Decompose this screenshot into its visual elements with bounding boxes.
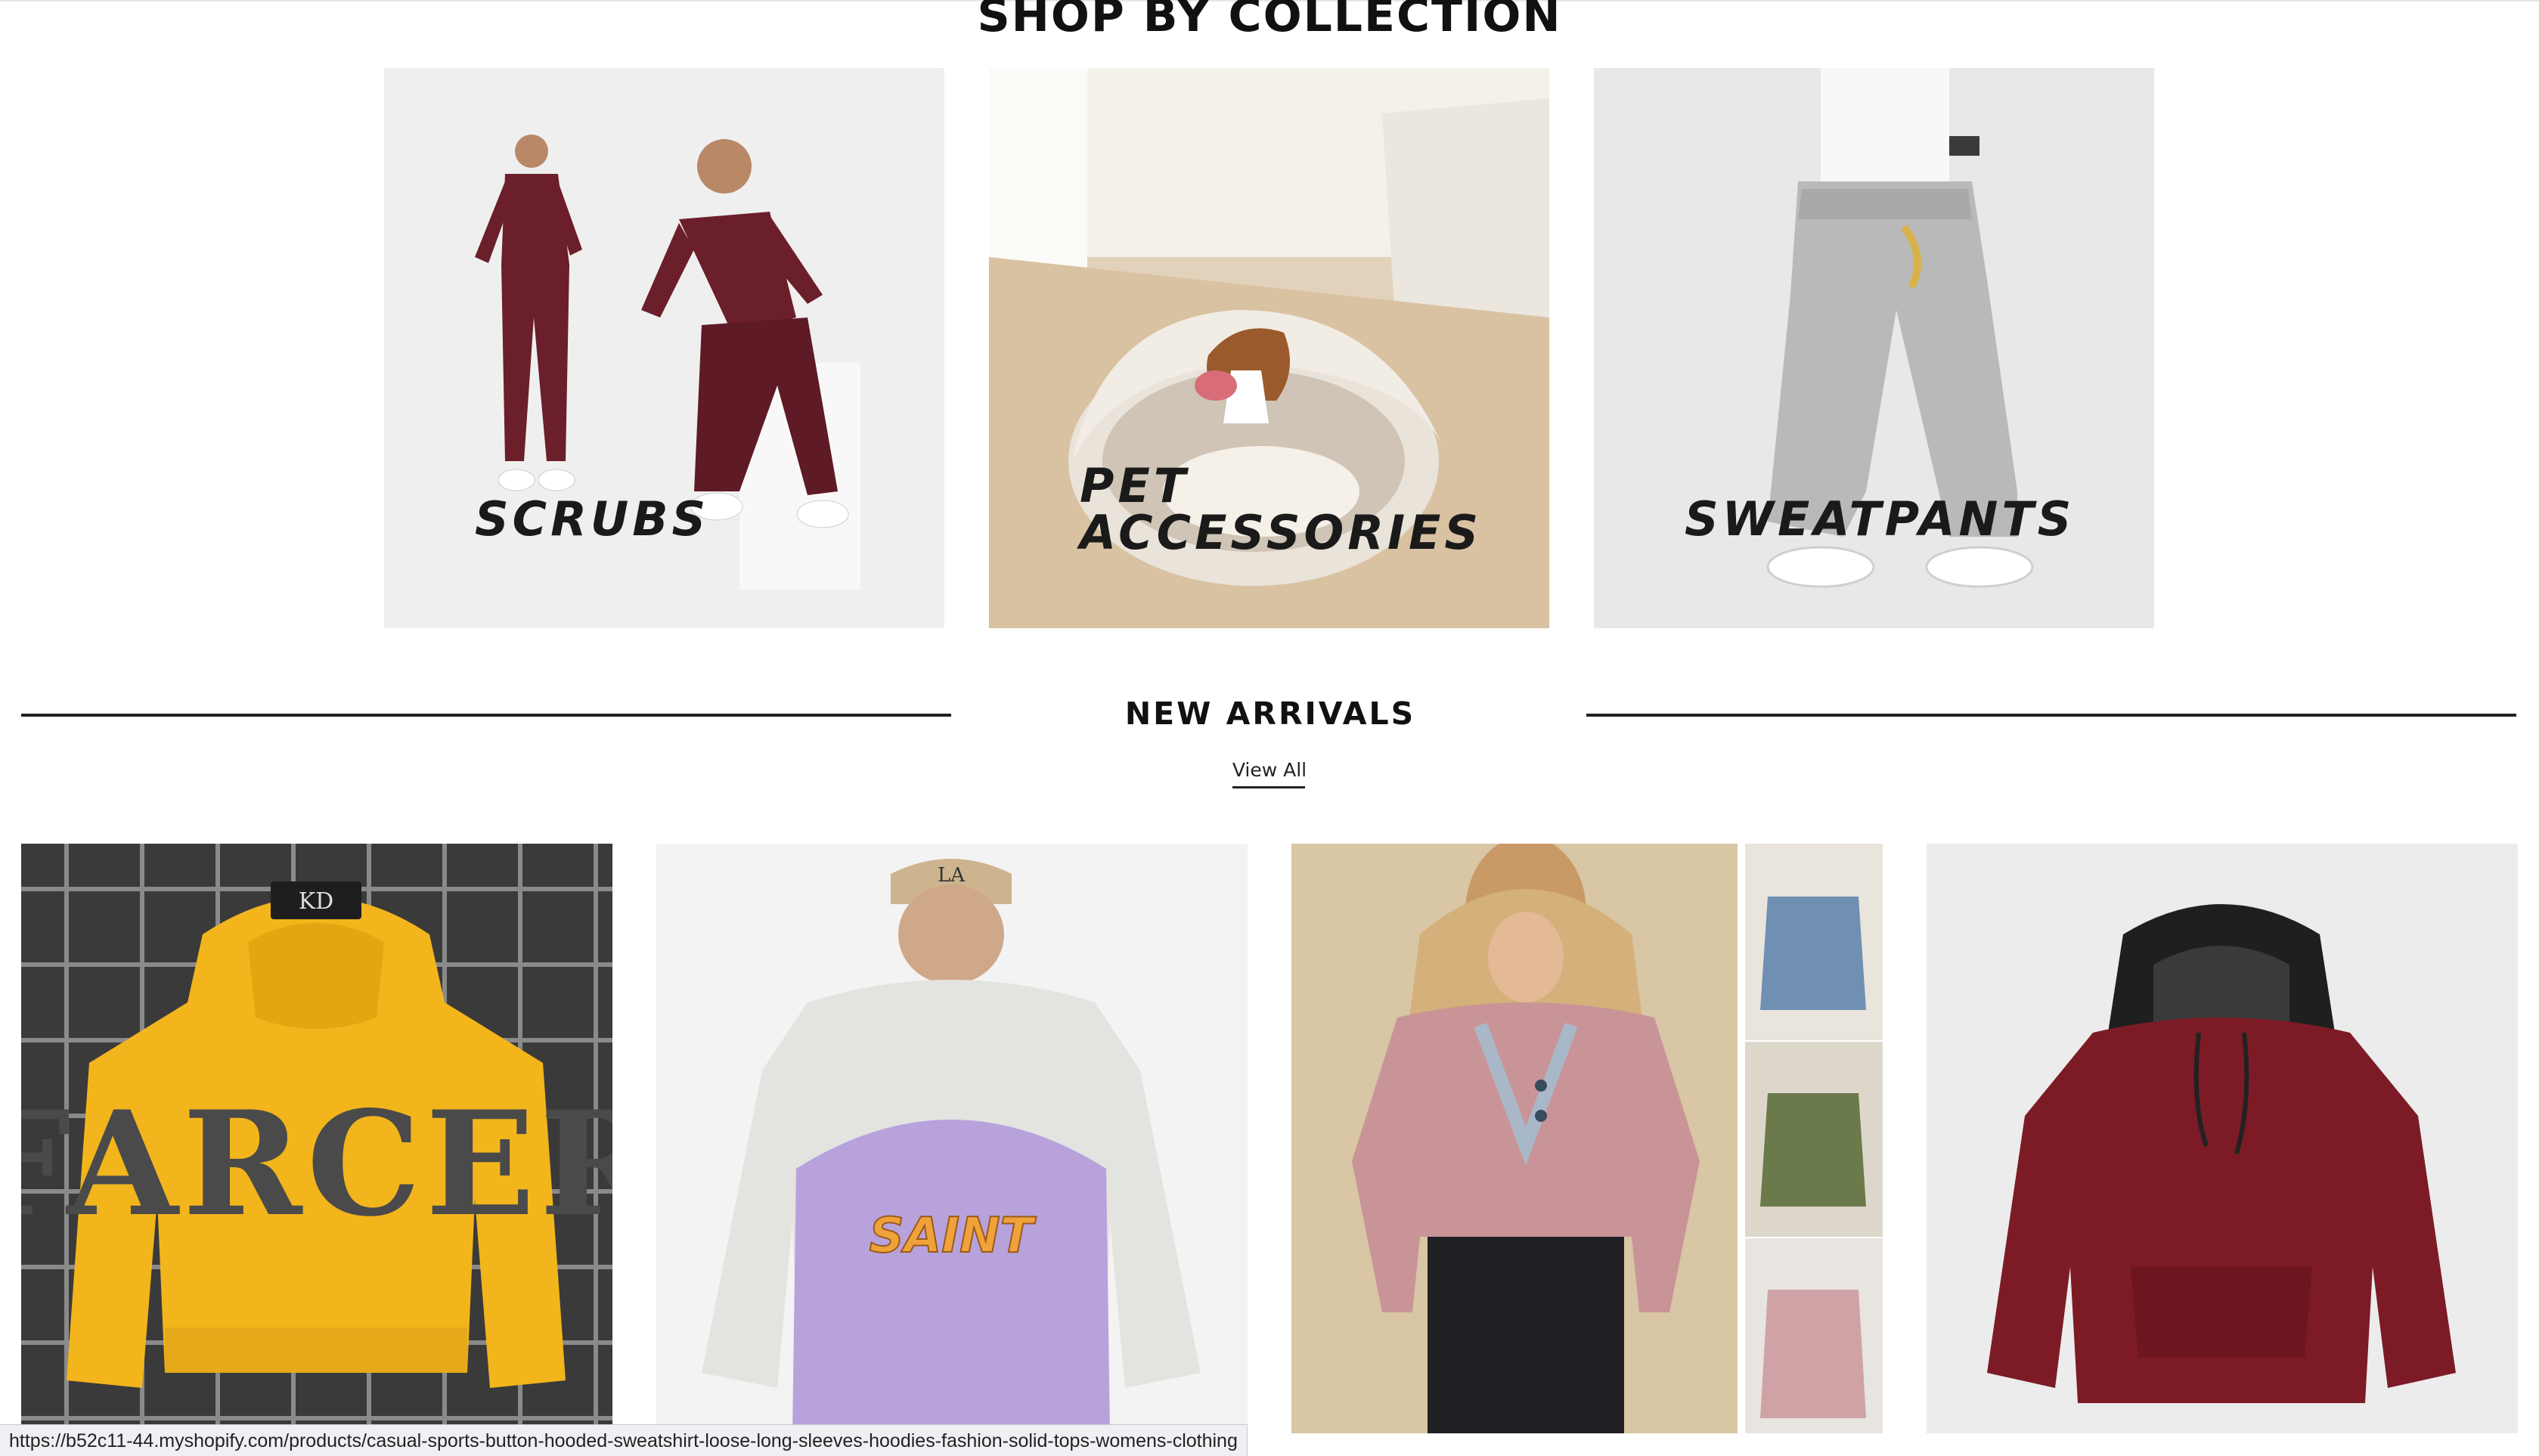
- product-card-saint-hoodie[interactable]: LA SAINT: [656, 844, 1248, 1433]
- product-card-burgundy-hoodie[interactable]: [1927, 844, 2518, 1433]
- collection-label-sweatpants: SWEATPANTS: [1685, 491, 2076, 547]
- shop-by-collection-title: SHOP BY COLLECTION: [977, 0, 1562, 42]
- collection-label-scrubs: SCRUBS: [475, 491, 710, 547]
- collection-tile-sweatpants[interactable]: SWEATPANTS: [1594, 68, 2154, 628]
- arrivals-divider-left: [21, 714, 951, 717]
- new-arrivals-title: NEW ARRIVALS: [1124, 695, 1416, 732]
- burgundy-hoodie-photo: [1927, 844, 2518, 1433]
- saint-hoodie-photo: LA SAINT: [656, 844, 1248, 1433]
- hoodie-tag-text: KD: [299, 888, 333, 915]
- product-card-yellow-hoodie[interactable]: KD FARCER: [21, 844, 612, 1433]
- view-all-link[interactable]: View All: [1194, 759, 1345, 781]
- collection-tile-scrubs[interactable]: SCRUBS: [384, 68, 944, 628]
- yellow-hoodie-photo: KD FARCER: [21, 844, 612, 1433]
- cap-logo-text: LA: [938, 864, 966, 887]
- product-card-pink-henley-hoodie[interactable]: [1291, 844, 1883, 1433]
- collection-label-pet-accessories: PET ACCESSORIES: [1080, 458, 1483, 560]
- hoodie-print-text: SAINT: [870, 1208, 1037, 1264]
- status-bar-url: https://b52c11-44.myshopify.com/products…: [0, 1424, 1248, 1456]
- arrivals-divider-right: [1586, 714, 2516, 717]
- hoodie-graphic-text: FARCER: [21, 1080, 612, 1248]
- pink-henley-hoodie-photo: [1291, 844, 1883, 1433]
- view-all-underline: [1232, 786, 1305, 788]
- collection-tile-pet-accessories[interactable]: PET ACCESSORIES: [989, 68, 1549, 628]
